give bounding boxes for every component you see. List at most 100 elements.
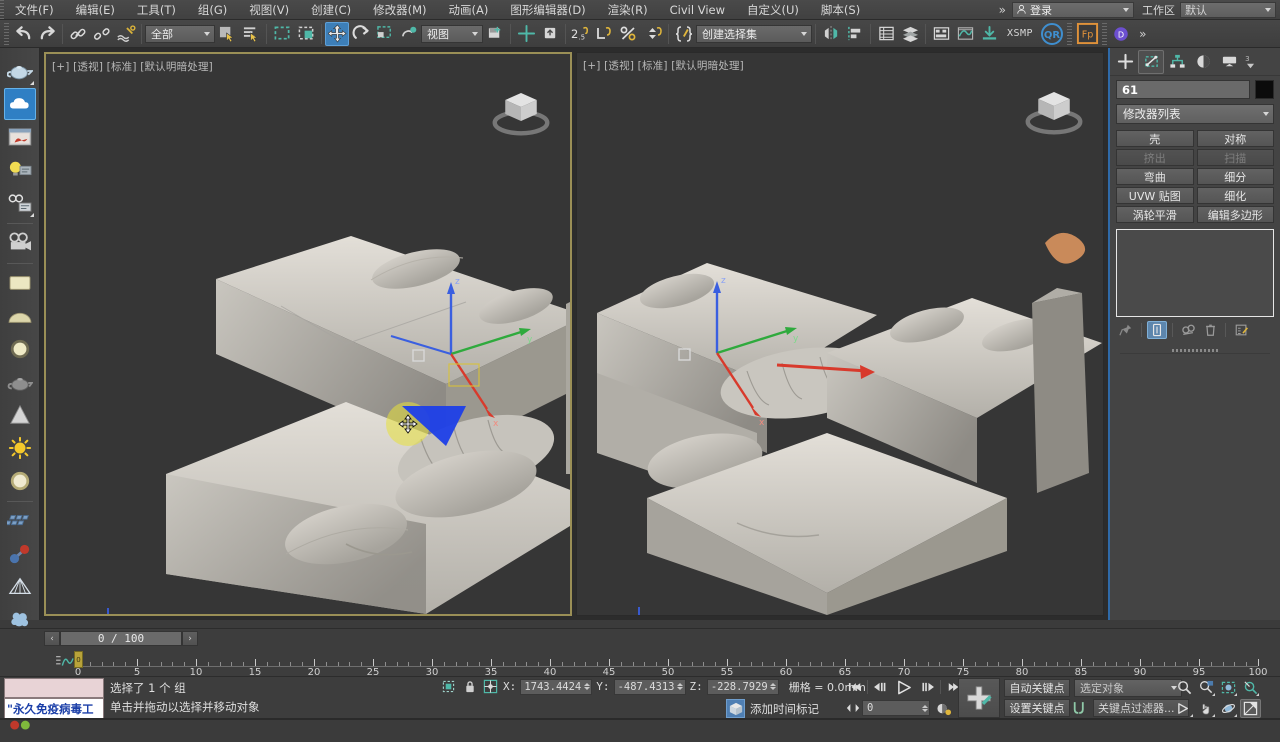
teapot-tool[interactable] (4, 55, 36, 87)
prev-frame-small-button[interactable]: ‹ (44, 631, 60, 646)
select-object-button[interactable] (215, 22, 239, 46)
zoom-all-button[interactable] (1196, 678, 1217, 697)
sphere-material-tool[interactable] (4, 333, 36, 365)
render-frame-tool[interactable] (4, 121, 36, 153)
auto-key-label[interactable]: 自动关键点 (1004, 679, 1070, 697)
modifier-uvw-map-button[interactable]: UVW 贴图 (1116, 187, 1194, 204)
absolute-relative-mode-button[interactable] (482, 678, 499, 695)
remove-modifier-button[interactable] (1200, 321, 1220, 339)
cloud-tool[interactable] (3, 88, 36, 120)
menu-tools[interactable]: 工具(T) (126, 0, 187, 20)
set-key-label[interactable]: 设置关键点 (1004, 699, 1070, 717)
modifier-subdivide-button[interactable]: 细分 (1196, 168, 1274, 185)
modifier-shell-button[interactable]: 壳 (1116, 130, 1194, 147)
toolbar-grip[interactable] (4, 22, 9, 45)
edit-named-selection-sets-button[interactable] (672, 22, 696, 46)
named-selection-set-dropdown[interactable]: 创建选择集 (696, 24, 812, 43)
wire-pyramid-tool[interactable] (4, 571, 36, 603)
panel-resize-handle[interactable] (1120, 348, 1270, 354)
maxscript-mini-listener[interactable]: "永久免疫病毒工 (4, 698, 104, 719)
menu-graph-editors[interactable]: 图形编辑器(D) (499, 0, 596, 20)
auto-key-button[interactable]: 自动关键点 (1004, 679, 1070, 697)
menu-animation[interactable]: 动画(A) (438, 0, 500, 20)
tab-motion[interactable] (1190, 50, 1216, 74)
play-animation-button[interactable] (891, 678, 962, 717)
sun-tool[interactable] (4, 432, 36, 464)
snap-toggle-button[interactable]: 2 .5 (569, 22, 593, 46)
rectangular-selection-region-button[interactable] (270, 22, 294, 46)
selection-lock-toggle[interactable] (440, 678, 457, 695)
time-slider-playhead[interactable]: 0 (74, 651, 83, 668)
modifier-symmetry-button[interactable]: 对称 (1196, 130, 1274, 147)
tab-hierarchy[interactable] (1164, 50, 1190, 74)
viewport-perspective-left[interactable]: z y x [+] [透视] [标准] [默认明暗处理] (44, 52, 572, 616)
angle-snap-toggle-button[interactable] (593, 22, 617, 46)
skylight-tool[interactable] (4, 465, 36, 497)
zoom-button[interactable] (1174, 678, 1195, 697)
x-spinner[interactable] (583, 681, 590, 693)
unlink-selection-button[interactable] (90, 22, 114, 46)
current-frame-spinner[interactable]: 0 (862, 700, 930, 716)
current-frame-display[interactable]: 0 / 100 (60, 631, 182, 646)
select-and-manipulate-button[interactable] (514, 22, 538, 46)
proxy-array-tool[interactable] (4, 505, 36, 537)
login-dropdown[interactable]: 登录 (1012, 1, 1134, 18)
x-coordinate-field[interactable]: 1743.4424 (520, 678, 593, 695)
menu-create[interactable]: 创建(C) (300, 0, 362, 20)
pan-orbit-button[interactable] (1174, 699, 1195, 718)
camera-tool[interactable] (4, 227, 36, 259)
make-unique-button[interactable] (1178, 321, 1198, 339)
previous-frame-button[interactable] (871, 678, 890, 696)
orbit-button[interactable] (1218, 699, 1239, 718)
select-by-name-button[interactable] (239, 22, 263, 46)
menu-scripting[interactable]: 脚本(S) (810, 0, 871, 20)
snap-toggle-flyout-button[interactable] (538, 22, 562, 46)
cone-material-tool[interactable] (4, 399, 36, 431)
camera-settings-tool[interactable] (4, 187, 36, 219)
toolbar-grip[interactable] (1067, 22, 1073, 45)
toolbar-overflow-icon[interactable]: » (1133, 27, 1152, 41)
next-frame-button[interactable] (918, 678, 937, 696)
modifier-edit-poly-button[interactable]: 编辑多边形 (1196, 206, 1274, 223)
bind-to-space-warp-button[interactable] (114, 22, 138, 46)
configure-modifier-sets-button[interactable] (1231, 321, 1251, 339)
percent-snap-toggle-button[interactable] (617, 22, 641, 46)
go-to-start-button[interactable] (845, 678, 864, 696)
view-cube-right[interactable] (1019, 71, 1089, 141)
viewport-perspective-right[interactable]: z y x [+] [透视] [标准] [默认明暗处理] (576, 52, 1104, 616)
tab-utilities[interactable]: 3 (1242, 50, 1258, 74)
align-flyout-button[interactable] (843, 22, 867, 46)
curve-editor-button[interactable] (953, 22, 977, 46)
menu-edit[interactable]: 编辑(E) (65, 0, 126, 20)
frame-spinner-arrows[interactable] (921, 702, 928, 714)
use-center-flyout-button[interactable] (483, 22, 507, 46)
key-mode-toggle-button[interactable] (845, 699, 861, 717)
window-crossing-toggle[interactable] (294, 22, 318, 46)
set-key-button[interactable]: 设置关键点 (1004, 699, 1070, 717)
fp-button[interactable]: Fp (1074, 21, 1100, 47)
redo-button[interactable] (35, 22, 59, 46)
layer-explorer-button[interactable] (874, 22, 898, 46)
menu-civil-view[interactable]: Civil View (659, 0, 736, 20)
menu-overflow-icon[interactable]: » (993, 3, 1012, 17)
pin-stack-button[interactable] (1116, 321, 1136, 339)
modifier-stack-list[interactable] (1116, 229, 1274, 317)
zoom-region-button[interactable] (1240, 678, 1261, 697)
object-color-swatch[interactable] (1255, 80, 1274, 99)
p-button[interactable]: D (1109, 22, 1133, 46)
track-view-curves-icon[interactable] (55, 654, 75, 670)
menu-rendering[interactable]: 渲染(R) (597, 0, 659, 20)
modifier-tessellate-button[interactable]: 细化 (1196, 187, 1274, 204)
next-frame-small-button[interactable]: › (182, 631, 198, 646)
menu-modifiers[interactable]: 修改器(M) (362, 0, 437, 20)
y-spinner[interactable] (677, 681, 684, 693)
ribbon-toggle-button[interactable] (929, 22, 953, 46)
ref-coord-system-dropdown[interactable]: 视图 (421, 24, 483, 43)
dome-material-tool[interactable] (4, 300, 36, 332)
plane-material-tool[interactable] (4, 267, 36, 299)
light-tool[interactable] (4, 154, 36, 186)
pan-view-button[interactable] (1196, 699, 1217, 718)
select-and-rotate-button[interactable] (349, 22, 373, 46)
z-spinner[interactable] (770, 681, 777, 693)
key-mode-dropdown[interactable]: 选定对象 (1074, 679, 1182, 697)
